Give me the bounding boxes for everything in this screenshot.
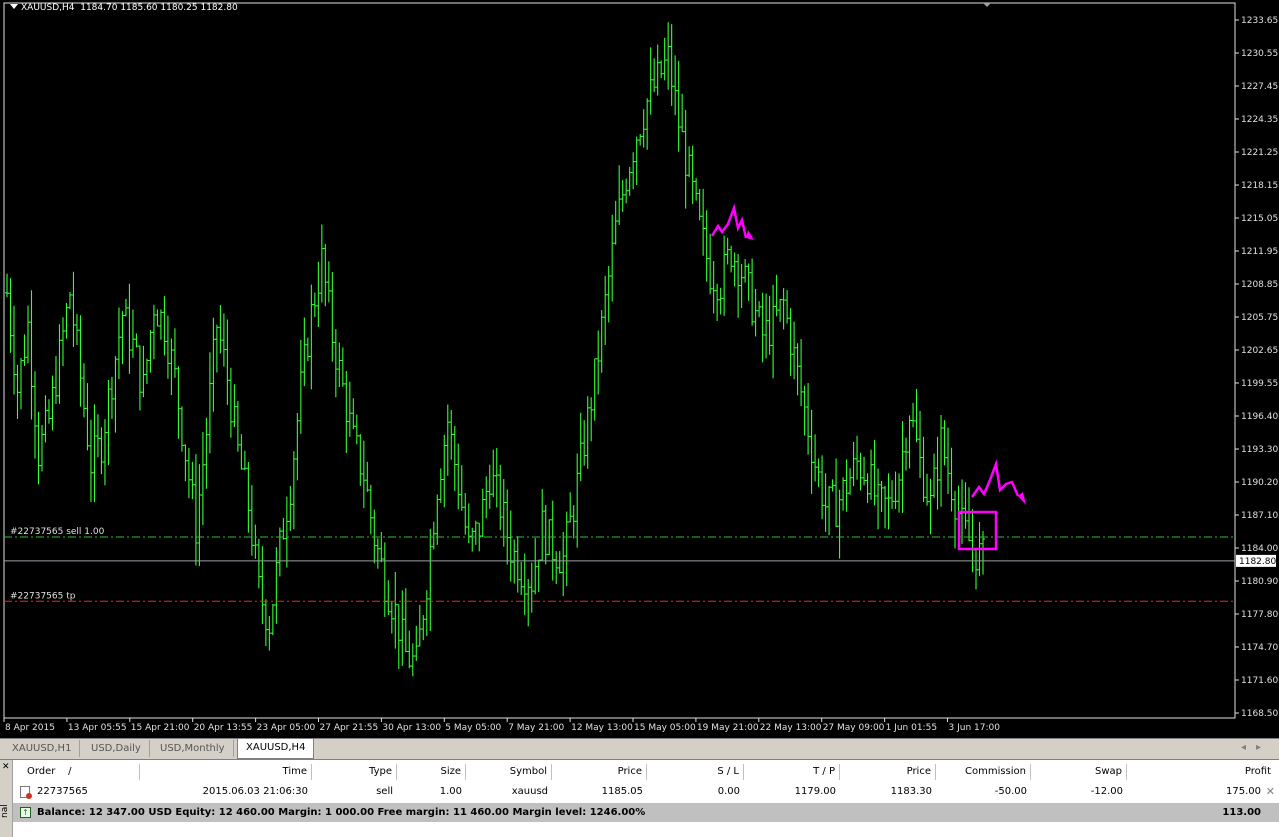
tab-scroll-arrows-icon[interactable]: ◂▸ — [1241, 742, 1271, 753]
order-current-price: 1183.30 — [890, 786, 932, 797]
price-axis-label: 1215.05 — [1241, 214, 1278, 224]
column-time[interactable]: Time — [140, 764, 312, 780]
tab-usd-monthly[interactable]: USD,Monthly — [152, 740, 234, 757]
time-axis-label: 23 Apr 05:00 — [257, 723, 316, 733]
plot-frame — [3, 2, 1236, 719]
column-swap[interactable]: Swap — [1031, 764, 1127, 780]
zigzag-arrow-icon — [1018, 492, 1026, 505]
balance-profit: 113.00 — [1222, 807, 1261, 818]
terminal-table-header: Order / Time Type Size Symbol Price S / … — [13, 764, 1279, 780]
order-id: 22737565 — [37, 786, 88, 797]
price-axis-label: 1221.25 — [1241, 148, 1278, 158]
column-tp[interactable]: T / P — [744, 764, 840, 780]
price-axis-label: 1227.45 — [1241, 82, 1278, 92]
sell-line-label: #22737565 sell 1.00 — [10, 527, 105, 537]
price-axis-label: 1168.50 — [1241, 709, 1278, 719]
tp-line-label: #22737565 tp — [10, 591, 76, 601]
terminal-side-strip: ✕ nal — [0, 760, 13, 837]
table-row[interactable]: 22737565 2015.06.03 21:06:30 sell 1.00 x… — [13, 783, 1279, 801]
price-axis-label: 1174.70 — [1241, 643, 1278, 653]
balance-row: ↑ Balance: 12 347.00 USD Equity: 12 460.… — [13, 803, 1279, 822]
order-sl: 0.00 — [717, 786, 740, 797]
column-size[interactable]: Size — [397, 764, 466, 780]
order-tp: 1179.00 — [794, 786, 836, 797]
column-symbol[interactable]: Symbol — [466, 764, 552, 780]
price-axis-label: 1171.60 — [1241, 676, 1278, 686]
time-axis-label: 30 Apr 13:00 — [382, 723, 441, 733]
time-axis-label: 15 May 05:00 — [634, 723, 696, 733]
price-axis-label: 1233.65 — [1241, 16, 1278, 26]
time-axis-label: 22 May 13:00 — [760, 723, 822, 733]
zigzag-arrow-icon — [746, 230, 754, 240]
column-price[interactable]: Price — [552, 764, 647, 780]
price-axis-label: 1205.75 — [1241, 313, 1278, 323]
time-axis-label: 27 Apr 21:55 — [320, 723, 379, 733]
chart-canvas[interactable]: 1233.65 1230.55 1227.45 1224.35 1221.25 1218.… — [0, 0, 1279, 738]
price-axis-label: 1224.35 — [1241, 115, 1278, 125]
price-axis-label: 1196.40 — [1241, 412, 1278, 422]
time-axis-label: 13 Apr 05:55 — [68, 723, 127, 733]
column-current-price[interactable]: Price — [840, 764, 936, 780]
time-axis-label: 1 Jun 01:55 — [886, 723, 937, 733]
tab-xauusd-h4[interactable]: XAUUSD,H4 — [237, 739, 315, 759]
order-symbol: xauusd — [511, 786, 548, 797]
order-commission: -50.00 — [994, 786, 1027, 797]
tab-xauusd-h1[interactable]: XAUUSD,H1 — [4, 740, 81, 757]
close-order-icon[interactable]: ✕ — [1266, 783, 1275, 801]
price-axis-label: 1177.80 — [1241, 610, 1278, 620]
time-axis-label: 5 May 05:00 — [445, 723, 501, 733]
price-axis-label: 1187.10 — [1241, 511, 1278, 521]
price-chart[interactable]: 1233.65 1230.55 1227.45 1224.35 1221.25 1218.… — [0, 0, 1279, 738]
price-axis-label: 1180.90 — [1241, 577, 1278, 587]
dropdown-triangle-icon[interactable] — [10, 4, 18, 9]
zigzag-annotation-bottom — [970, 459, 1020, 498]
column-sl[interactable]: S / L — [647, 764, 744, 780]
column-commission[interactable]: Commission — [936, 764, 1031, 780]
order-size: 1.00 — [439, 786, 462, 797]
order-icon — [20, 786, 32, 799]
balance-summary: Balance: 12 347.00 USD Equity: 12 460.00… — [37, 807, 646, 818]
price-axis-label: 1230.55 — [1241, 49, 1278, 59]
time-axis-label: 3 Jun 17:00 — [949, 723, 1001, 733]
chart-title: XAUUSD,H4 1184.70 1185.60 1180.25 1182.8… — [10, 3, 238, 13]
tab-usd-daily[interactable]: USD,Daily — [83, 740, 150, 757]
column-order[interactable]: Order / — [13, 764, 140, 780]
time-axis-label: 15 Apr 21:00 — [131, 723, 190, 733]
order-profit: 175.00 — [1226, 786, 1261, 797]
chart-tabs-bar: XAUUSD,H1 USD,Daily USD,Monthly XAUUSD,H… — [0, 738, 1279, 759]
time-axis-label: 20 Apr 13:55 — [194, 723, 253, 733]
balance-arrow-icon: ↑ — [20, 807, 31, 818]
zigzag-annotation-top — [710, 203, 748, 239]
price-axis-label: 1211.95 — [1241, 247, 1278, 257]
chart-symbol-label: XAUUSD,H4 — [21, 3, 75, 13]
close-icon[interactable]: ✕ — [2, 762, 10, 772]
terminal-panel: ✕ nal Order / Time Type Size Symbol Pric… — [0, 759, 1279, 837]
order-type: sell — [376, 786, 393, 797]
time-axis-label: 7 May 21:00 — [508, 723, 564, 733]
time-axis-label: 8 Apr 2015 — [5, 723, 55, 733]
price-axis-label: 1199.55 — [1241, 379, 1278, 389]
order-swap: -12.00 — [1090, 786, 1123, 797]
price-axis-label: 1184.00 — [1241, 544, 1278, 554]
sort-indicator-icon: / — [68, 766, 72, 777]
shift-marker-icon — [983, 3, 991, 7]
current-price-label: 1182.80 — [1239, 557, 1276, 567]
highlight-box — [957, 510, 998, 551]
order-open-price: 1185.05 — [601, 786, 643, 797]
price-axis-label: 1208.85 — [1241, 280, 1278, 290]
column-type[interactable]: Type — [312, 764, 397, 780]
terminal-side-label: nal — [0, 804, 10, 818]
time-axis-label: 27 May 09:00 — [823, 723, 885, 733]
time-axis-label: 12 May 13:00 — [571, 723, 633, 733]
price-axis-label: 1190.20 — [1241, 478, 1278, 488]
chart-ohlc-values: 1184.70 1185.60 1180.25 1182.80 — [80, 3, 238, 13]
price-axis-label: 1218.15 — [1241, 181, 1278, 191]
price-axis-label: 1193.30 — [1241, 445, 1278, 455]
time-axis-label: 19 May 21:00 — [697, 723, 759, 733]
column-profit[interactable]: Profit — [1127, 764, 1279, 780]
order-time: 2015.06.03 21:06:30 — [202, 786, 308, 797]
price-axis-label: 1202.65 — [1241, 346, 1278, 356]
